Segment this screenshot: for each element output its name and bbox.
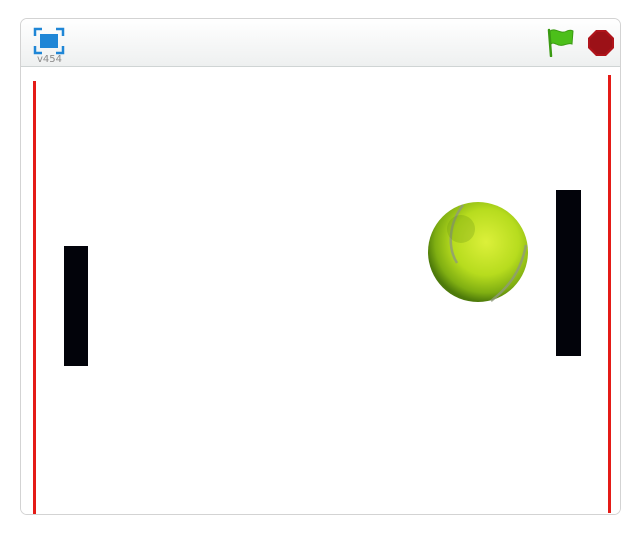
stop-button[interactable] — [587, 29, 615, 57]
right-paddle[interactable] — [556, 190, 581, 356]
left-wall — [33, 81, 36, 514]
stop-sign-icon — [588, 30, 614, 56]
tennis-ball-icon — [428, 202, 528, 302]
version-label: v454 — [37, 54, 63, 65]
right-wall — [608, 75, 611, 513]
left-paddle[interactable] — [64, 246, 88, 366]
fullscreen-icon — [33, 27, 65, 55]
tennis-ball — [427, 201, 529, 303]
project-player: v454 — [20, 18, 621, 515]
game-stage[interactable] — [21, 67, 620, 514]
fullscreen-button[interactable] — [33, 27, 65, 55]
player-toolbar: v454 — [21, 19, 620, 67]
green-flag-button[interactable] — [545, 27, 575, 58]
green-flag-icon — [547, 28, 574, 58]
